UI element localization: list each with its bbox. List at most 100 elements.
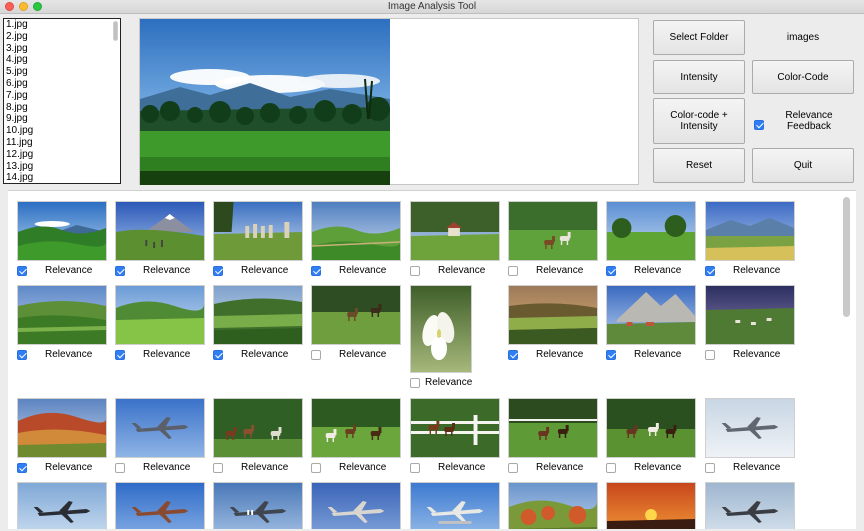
result-thumbnail[interactable] [311,398,401,458]
relevance-toggle[interactable]: Relevance [508,265,598,276]
result-thumbnail[interactable] [115,482,205,529]
result-thumbnail[interactable] [17,482,107,529]
relevance-feedback-checkbox[interactable] [754,116,764,134]
relevance-checkbox[interactable] [606,350,616,360]
relevance-toggle[interactable]: Relevance [410,265,500,276]
quit-button[interactable]: Quit [752,148,854,183]
relevance-checkbox[interactable] [410,266,420,276]
relevance-checkbox[interactable] [508,266,518,276]
result-thumbnail[interactable] [410,201,500,261]
result-thumbnail[interactable] [115,398,205,458]
relevance-checkbox[interactable] [115,350,125,360]
result-thumbnail[interactable] [17,398,107,458]
file-list-scroll-thumb[interactable] [113,21,118,41]
result-thumbnail[interactable] [17,201,107,261]
relevance-checkbox[interactable] [17,266,27,276]
relevance-toggle[interactable]: Relevance [311,265,401,276]
result-thumbnail[interactable] [311,285,401,345]
relevance-checkbox[interactable] [115,266,125,276]
file-list-item[interactable]: 4.jpg [4,54,120,66]
relevance-toggle[interactable]: Relevance [705,349,795,360]
result-thumbnail[interactable] [115,285,205,345]
relevance-toggle[interactable]: Relevance [115,265,205,276]
file-list-item[interactable]: 1.jpg [4,19,120,31]
file-list-item[interactable]: 12.jpg [4,149,120,161]
result-thumbnail[interactable] [606,398,696,458]
relevance-checkbox[interactable] [213,350,223,360]
relevance-checkbox[interactable] [410,378,420,388]
relevance-checkbox[interactable] [410,463,420,473]
relevance-toggle[interactable]: Relevance [17,462,107,473]
relevance-toggle[interactable]: Relevance [213,349,303,360]
result-thumbnail[interactable] [410,398,500,458]
result-thumbnail[interactable] [606,201,696,261]
relevance-checkbox[interactable] [508,350,518,360]
file-list-item[interactable]: 13.jpg [4,161,120,173]
relevance-toggle[interactable]: Relevance [213,265,303,276]
relevance-toggle[interactable]: Relevance [17,265,107,276]
relevance-checkbox[interactable] [17,350,27,360]
result-thumbnail[interactable] [606,482,696,529]
result-thumbnail[interactable] [508,398,598,458]
result-thumbnail[interactable] [508,201,598,261]
result-thumbnail[interactable] [115,201,205,261]
reset-button[interactable]: Reset [653,148,745,183]
relevance-checkbox[interactable] [213,266,223,276]
relevance-checkbox[interactable] [508,463,518,473]
relevance-checkbox[interactable] [115,463,125,473]
relevance-toggle[interactable]: Relevance [705,265,795,276]
result-thumbnail[interactable] [508,482,598,529]
file-list-item[interactable]: 9.jpg [4,113,120,125]
relevance-checkbox[interactable] [311,266,321,276]
relevance-toggle[interactable]: Relevance [311,462,401,473]
relevance-feedback-check-icon[interactable] [754,119,764,130]
result-thumbnail[interactable] [705,398,795,458]
file-list-item[interactable]: 14.jpg [4,172,120,183]
relevance-checkbox[interactable] [705,266,715,276]
file-list-item[interactable]: 7.jpg [4,90,120,102]
file-list-item[interactable]: 11.jpg [4,137,120,149]
relevance-checkbox[interactable] [606,266,616,276]
file-list-item[interactable]: 6.jpg [4,78,120,90]
relevance-toggle[interactable]: Relevance [705,462,795,473]
relevance-toggle[interactable]: Relevance [115,462,205,473]
relevance-toggle[interactable]: Relevance [115,349,205,360]
relevance-checkbox[interactable] [606,463,616,473]
result-thumbnail[interactable] [410,285,472,373]
relevance-toggle[interactable]: Relevance [17,349,107,360]
relevance-toggle[interactable]: Relevance [508,349,598,360]
file-list-scrollbar[interactable] [112,19,119,183]
relevance-checkbox[interactable] [705,463,715,473]
intensity-button[interactable]: Intensity [653,60,745,94]
result-thumbnail[interactable] [508,285,598,345]
file-list-item[interactable]: 5.jpg [4,66,120,78]
color-code-button[interactable]: Color-Code [752,60,854,94]
relevance-checkbox[interactable] [705,350,715,360]
relevance-checkbox[interactable] [311,350,321,360]
select-folder-button[interactable]: Select Folder [653,20,745,55]
result-thumbnail[interactable] [705,201,795,261]
result-thumbnail[interactable] [705,482,795,529]
result-thumbnail[interactable] [705,285,795,345]
relevance-toggle[interactable]: Relevance [213,462,303,473]
relevance-toggle[interactable]: Relevance [311,349,401,360]
result-thumbnail[interactable] [311,482,401,529]
file-listbox[interactable]: 1.jpg 2.jpg 3.jpg 4.jpg 5.jpg 6.jpg 7.jpg 8.jpg… [3,18,121,184]
relevance-toggle[interactable]: Relevance [606,349,696,360]
relevance-toggle[interactable]: Relevance [606,462,696,473]
result-thumbnail[interactable] [213,482,303,529]
result-thumbnail[interactable] [311,201,401,261]
relevance-checkbox[interactable] [213,463,223,473]
result-thumbnail[interactable] [17,285,107,345]
relevance-toggle[interactable]: Relevance [410,377,480,388]
relevance-toggle[interactable]: Relevance [606,265,696,276]
relevance-checkbox[interactable] [17,463,27,473]
result-thumbnail[interactable] [213,201,303,261]
file-list-item[interactable]: 8.jpg [4,102,120,114]
result-thumbnail[interactable] [213,285,303,345]
file-list-item[interactable]: 2.jpg [4,31,120,43]
relevance-toggle[interactable]: Relevance [508,462,598,473]
relevance-checkbox[interactable] [311,463,321,473]
result-thumbnail[interactable] [213,398,303,458]
file-list-item[interactable]: 10.jpg [4,125,120,137]
